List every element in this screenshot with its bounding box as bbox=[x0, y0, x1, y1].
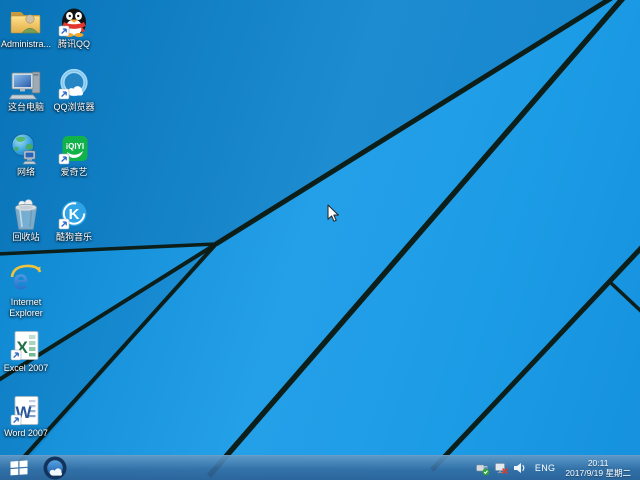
administrator-folder-icon bbox=[8, 4, 44, 38]
desktop-icon-label: 爱奇艺 bbox=[60, 167, 87, 178]
desktop-icon-label: Word 2007 bbox=[4, 428, 48, 439]
desktop-icon-internet-explorer[interactable]: e Internet Explorer bbox=[1, 262, 51, 319]
desktop-icon-label: 这台电脑 bbox=[8, 102, 44, 113]
desktop-icon-network[interactable]: 网络 bbox=[1, 132, 51, 178]
desktop-icon-kugou-music[interactable]: K 酷狗音乐 bbox=[49, 197, 99, 243]
volume-icon[interactable] bbox=[513, 461, 527, 475]
qq-browser-icon bbox=[57, 67, 91, 101]
windows-logo-icon bbox=[10, 459, 28, 476]
taskbar-clock[interactable]: 20:11 2017/9/19 星期二 bbox=[565, 458, 631, 478]
clock-date: 2017/9/19 星期二 bbox=[565, 468, 631, 478]
language-indicator[interactable]: ENG bbox=[535, 463, 555, 473]
iqiyi-icon: iQIYI bbox=[57, 132, 91, 166]
shortcut-arrow-badge bbox=[59, 26, 69, 36]
shortcut-arrow-badge bbox=[59, 89, 69, 99]
desktop-icon-label: 网络 bbox=[17, 167, 35, 178]
desktop-icon-administrator[interactable]: Administra... bbox=[1, 4, 51, 50]
excel-2007-icon: X bbox=[9, 328, 43, 362]
desktop-icon-iqiyi[interactable]: iQIYI 爱奇艺 bbox=[49, 132, 99, 178]
recycle-bin-icon bbox=[9, 197, 43, 231]
shortcut-arrow-badge bbox=[11, 415, 21, 425]
desktop-icon-label: 酷狗音乐 bbox=[56, 232, 92, 243]
desktop-icon-recycle-bin[interactable]: 回收站 bbox=[1, 197, 51, 243]
system-tray: ENG 20:11 2017/9/19 星期二 bbox=[473, 456, 640, 480]
this-pc-icon bbox=[9, 67, 43, 101]
desktop-icon-label: 腾讯QQ bbox=[58, 39, 90, 50]
desktop-screen: Administra... 这台电脑 网络 bbox=[0, 0, 640, 480]
svg-text:K: K bbox=[69, 206, 80, 223]
clock-time: 20:11 bbox=[565, 458, 631, 468]
desktop-icon-label: Internet Explorer bbox=[1, 297, 51, 319]
network-icon bbox=[9, 132, 43, 166]
svg-text:iQIYI: iQIYI bbox=[66, 142, 84, 151]
network-disconnected-icon[interactable] bbox=[494, 461, 509, 476]
shortcut-arrow-badge bbox=[59, 219, 69, 229]
kugou-music-icon: K bbox=[57, 197, 91, 231]
desktop-icon-qq-browser[interactable]: QQ浏览器 bbox=[49, 67, 99, 113]
taskbar-qq-browser-button[interactable] bbox=[38, 456, 72, 480]
tencent-qq-icon bbox=[57, 4, 91, 38]
shortcut-arrow-badge bbox=[59, 154, 69, 164]
word-2007-icon: W bbox=[9, 393, 43, 427]
qq-browser-icon bbox=[42, 455, 68, 480]
taskbar: ENG 20:11 2017/9/19 星期二 bbox=[0, 455, 640, 480]
desktop-icon-label: QQ浏览器 bbox=[53, 102, 94, 113]
mouse-cursor bbox=[327, 204, 340, 223]
desktop-icon-word-2007[interactable]: W Word 2007 bbox=[1, 393, 51, 439]
start-button[interactable] bbox=[0, 456, 38, 480]
desktop-icon-label: Administra... bbox=[1, 39, 51, 50]
desktop-icon-label: Excel 2007 bbox=[4, 363, 49, 374]
desktop-icon-label: 回收站 bbox=[12, 232, 39, 243]
usb-safely-remove-icon[interactable] bbox=[475, 461, 490, 476]
internet-explorer-icon: e bbox=[9, 262, 43, 296]
desktop-icon-this-pc[interactable]: 这台电脑 bbox=[1, 67, 51, 113]
shortcut-arrow-badge bbox=[11, 350, 21, 360]
desktop-icon-tencent-qq[interactable]: 腾讯QQ bbox=[49, 4, 99, 50]
desktop-icon-excel-2007[interactable]: X Excel 2007 bbox=[1, 328, 51, 374]
